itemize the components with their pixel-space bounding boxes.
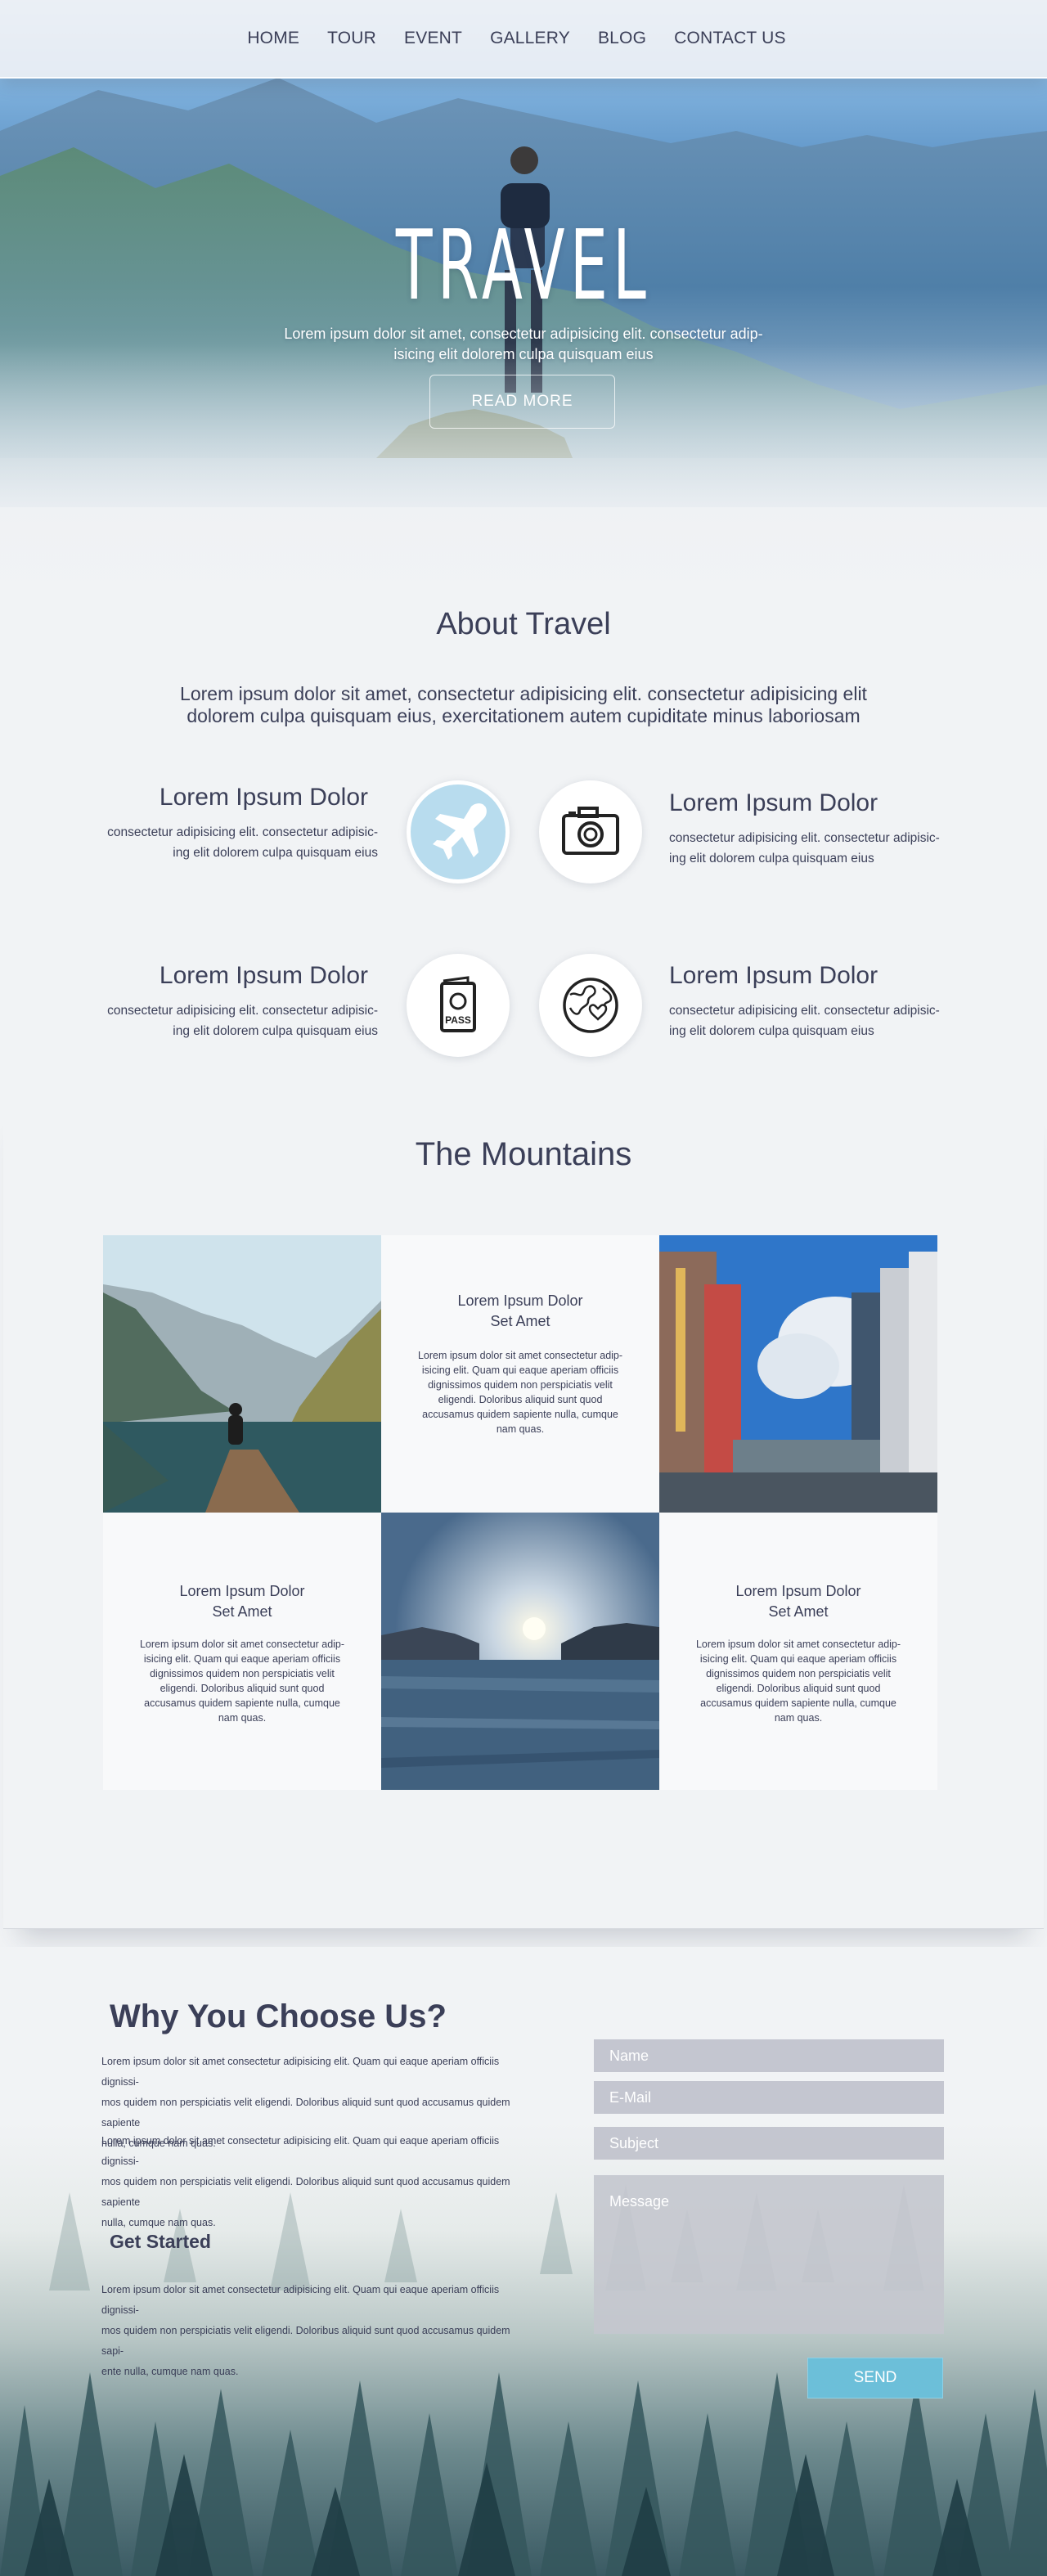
feature-text: consectetur adipisicing elit. consectetu… [669, 828, 947, 869]
feature-text-line: ing elit dolorem culpa quisquam eius [669, 1024, 874, 1038]
feature-text: consectetur adipisicing elit. consectetu… [669, 1000, 947, 1041]
read-more-button[interactable]: READ MORE [429, 375, 615, 429]
airplane-icon [433, 803, 487, 860]
get-started-heading: Get Started [110, 2231, 211, 2252]
feature-title: Lorem Ipsum Dolor [159, 784, 368, 811]
card-title: Lorem Ipsum Dolor Set Amet [103, 1581, 381, 1622]
hero-subtitle: Lorem ipsum dolor sit amet, consectetur … [245, 324, 802, 365]
card-body-line: isicing elit. Quam qui eaque aperiam off… [699, 1653, 897, 1665]
hero-subtitle-line: isicing elit dolorem culpa quisquam eius [393, 346, 654, 362]
card-title-line: Set Amet [490, 1313, 550, 1329]
card-body-line: dignissimos quidem non perspiciatis veli… [706, 1668, 891, 1679]
about-title: About Travel [436, 607, 611, 641]
mountain-card: Lorem Ipsum Dolor Set Amet Lorem ipsum d… [103, 1513, 381, 1790]
send-button[interactable]: SEND [807, 2358, 943, 2398]
why-choose-us-title: Why You Choose Us? [110, 1998, 447, 2034]
mountains-title: The Mountains [415, 1136, 632, 1172]
nav-gallery[interactable]: GALLERY [490, 29, 570, 48]
nav-event[interactable]: EVENT [404, 29, 462, 48]
passport-icon: PASS [440, 976, 476, 1032]
card-title-line: Set Amet [768, 1603, 829, 1620]
card-title-line: Set Amet [212, 1603, 272, 1620]
why-paragraph: Lorem ipsum dolor sit amet consectetur a… [101, 2131, 535, 2233]
why-paragraph-line: mos quidem non perspiciatis velit eligen… [101, 2325, 510, 2357]
card-title: Lorem Ipsum Dolor Set Amet [659, 1581, 937, 1622]
card-body-line: dignissimos quidem non perspiciatis veli… [150, 1668, 335, 1679]
feature-text-line: ing elit dolorem culpa quisquam eius [669, 852, 874, 865]
harbor-sunset-photo [381, 1513, 659, 1790]
feature-text: consectetur adipisicing elit. consectetu… [100, 822, 378, 863]
why-paragraph-line: ente nulla, cumque nam quas. [101, 2366, 239, 2377]
card-title-line: Lorem Ipsum Dolor [735, 1583, 861, 1599]
why-paragraph-line: Lorem ipsum dolor sit amet consectetur a… [101, 2284, 500, 2316]
email-field[interactable]: E-Mail [594, 2081, 944, 2114]
mountain-card: Lorem Ipsum Dolor Set Amet Lorem ipsum d… [659, 1513, 937, 1790]
card-body-line: isicing elit. Quam qui eaque aperiam off… [143, 1653, 341, 1665]
card-body-line: dignissimos quidem non perspiciatis veli… [428, 1379, 613, 1391]
get-started-paragraph: Lorem ipsum dolor sit amet consectetur a… [101, 2280, 535, 2382]
card-body-line: accusamus quidem sapiente nulla, cumque [422, 1409, 618, 1420]
nav-home[interactable]: HOME [247, 29, 299, 48]
card-body-line: Lorem ipsum dolor sit amet consectetur a… [695, 1639, 901, 1650]
camera-icon [562, 807, 619, 855]
card-title: Lorem Ipsum Dolor Set Amet [381, 1291, 659, 1332]
lake-dock-image [103, 1235, 381, 1513]
card-body-line: eligendi. Doloribus aliquid sunt quod [160, 1683, 325, 1694]
hero-subtitle-line: Lorem ipsum dolor sit amet, consectetur … [284, 326, 763, 342]
feature-text-line: consectetur adipisicing elit. consectetu… [669, 831, 940, 845]
feature-text: consectetur adipisicing elit. consectetu… [100, 1000, 378, 1041]
feature-title: Lorem Ipsum Dolor [669, 962, 878, 989]
message-field[interactable]: Message [594, 2175, 944, 2334]
mountain-card: Lorem Ipsum Dolor Set Amet Lorem ipsum d… [381, 1235, 659, 1513]
subject-field[interactable]: Subject [594, 2127, 944, 2160]
card-body: Lorem ipsum dolor sit amet consectetur a… [692, 1637, 905, 1725]
mountains-section: The Mountains Lorem Ipsum Dolor Set Amet… [3, 1099, 1044, 1929]
card-body-line: isicing elit. Quam qui eaque aperiam off… [421, 1364, 619, 1376]
feature-text-line: consectetur adipisicing elit. consectetu… [107, 825, 378, 839]
nav-contact-us[interactable]: CONTACT US [674, 29, 786, 48]
passport-label: PASS [445, 1014, 471, 1026]
feature-text-line: ing elit dolorem culpa quisquam eius [173, 846, 378, 860]
card-title-line: Lorem Ipsum Dolor [179, 1583, 305, 1599]
camera-icon-circle [539, 780, 642, 883]
feature-text-line: consectetur adipisicing elit. consectetu… [669, 1004, 940, 1018]
card-title-line: Lorem Ipsum Dolor [457, 1292, 583, 1309]
why-paragraph-line: mos quidem non perspiciatis velit eligen… [101, 2097, 510, 2129]
about-text-line: dolorem culpa quisquam eius, exercitatio… [186, 705, 861, 726]
city-street-photo [659, 1235, 937, 1513]
card-body-line: Lorem ipsum dolor sit amet consectetur a… [139, 1639, 345, 1650]
harbor-sunset-image [381, 1513, 659, 1790]
top-navigation: HOME TOUR EVENT GALLERY BLOG CONTACT US [0, 0, 1047, 79]
nav-tour[interactable]: TOUR [327, 29, 376, 48]
hero-title: TRAVEL [395, 209, 652, 321]
feature-text-line: ing elit dolorem culpa quisquam eius [173, 1024, 378, 1038]
feature-title: Lorem Ipsum Dolor [159, 962, 368, 989]
card-body: Lorem ipsum dolor sit amet consectetur a… [414, 1348, 627, 1436]
passport-icon-circle: PASS [407, 954, 510, 1057]
globe-icon-circle [539, 954, 642, 1057]
card-body: Lorem ipsum dolor sit amet consectetur a… [136, 1637, 348, 1725]
card-body-line: nam quas. [496, 1423, 545, 1435]
name-field[interactable]: Name [594, 2039, 944, 2072]
card-body-line: eligendi. Doloribus aliquid sunt quod [438, 1394, 603, 1405]
card-body-line: accusamus quidem sapiente nulla, cumque [700, 1697, 896, 1709]
card-body-line: Lorem ipsum dolor sit amet consectetur a… [417, 1350, 623, 1361]
card-body-line: nam quas. [774, 1712, 823, 1724]
globe-heart-icon [563, 978, 618, 1033]
why-paragraph-line: mos quidem non perspiciatis velit eligen… [101, 2176, 510, 2208]
about-text: Lorem ipsum dolor sit amet, consectetur … [155, 683, 892, 727]
lake-dock-photo [103, 1235, 381, 1513]
feature-title: Lorem Ipsum Dolor [669, 789, 878, 816]
airplane-icon-circle [407, 780, 510, 883]
why-paragraph-line: Lorem ipsum dolor sit amet consectetur a… [101, 2056, 500, 2088]
nav-blog[interactable]: BLOG [598, 29, 646, 48]
about-text-line: Lorem ipsum dolor sit amet, consectetur … [180, 683, 867, 704]
why-paragraph-line: Lorem ipsum dolor sit amet consectetur a… [101, 2135, 500, 2167]
card-body-line: nam quas. [218, 1712, 267, 1724]
card-body-line: accusamus quidem sapiente nulla, cumque [144, 1697, 340, 1709]
card-body-line: eligendi. Doloribus aliquid sunt quod [716, 1683, 881, 1694]
feature-text-line: consectetur adipisicing elit. consectetu… [107, 1004, 378, 1018]
city-street-image [659, 1235, 937, 1513]
